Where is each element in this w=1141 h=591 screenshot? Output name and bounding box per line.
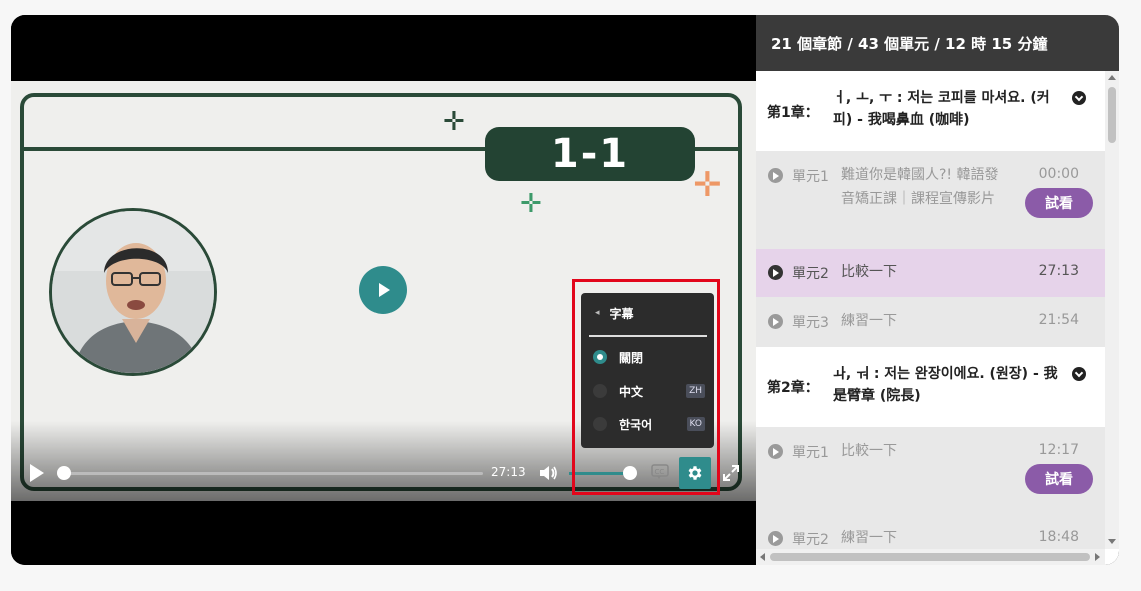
vertical-scrollbar[interactable] (1105, 71, 1119, 549)
unit-duration: 27:13 (1038, 263, 1079, 279)
fullscreen-button[interactable] (722, 464, 740, 486)
horizontal-scrollbar[interactable] (756, 549, 1105, 565)
unit-title: 難道你是韓國人?! 韓語發音矯正課｜課程宣傳影片 (841, 167, 999, 207)
chevron-down-icon[interactable] (1072, 367, 1086, 381)
play-circle-icon (768, 314, 783, 329)
play-overlay-button[interactable] (359, 266, 407, 314)
play-circle-icon (768, 531, 783, 546)
play-icon (30, 464, 44, 482)
play-button[interactable] (29, 463, 45, 487)
sparkle-icon: ✛ (693, 165, 722, 205)
unit-duration: 18:48 (1038, 529, 1079, 545)
chapter-title: ㅘ, ㅝ : 저는 완장이에요. (원장) - 我是臂章 (院長) (833, 366, 1058, 404)
sparkle-icon: ✛ (520, 189, 542, 219)
video-player[interactable]: 1-1 ✛ ✛ ✛ 27:13 CC ◂ 字幕 關閉 中文 ZH 한국어 KO (11, 15, 756, 565)
chapter-title: ㅓ, ㅗ, ㅜ : 저는 코피를 마셔요. (커피) - 我喝鼻血 (咖啡) (833, 90, 1050, 128)
scrollbar-thumb[interactable] (1108, 87, 1116, 143)
list-item[interactable]: 單元1 比較一下 12:17 試看 (756, 427, 1105, 513)
list-item[interactable]: 單元2 練習一下 18:48 (756, 513, 1105, 549)
presenter-avatar (49, 208, 217, 376)
chapter-header[interactable]: 第1章： ㅓ, ㅗ, ㅜ : 저는 코피를 마셔요. (커피) - 我喝鼻血 (… (756, 71, 1105, 151)
course-player-card: 1-1 ✛ ✛ ✛ 27:13 CC ◂ 字幕 關閉 中文 ZH 한국어 KO … (11, 15, 1119, 565)
preview-button[interactable]: 試看 (1025, 188, 1093, 218)
scroll-up-icon[interactable] (1108, 75, 1116, 80)
list-item[interactable]: 單元3 練習一下 21:54 (756, 297, 1105, 347)
play-circle-icon (768, 168, 783, 183)
chapter-header[interactable]: 第2章： ㅘ, ㅝ : 저는 완장이에요. (원장) - 我是臂章 (院長) (756, 347, 1105, 427)
course-summary: 21 個章節 / 43 個單元 / 12 時 15 分鐘 (756, 15, 1119, 71)
scroll-right-icon[interactable] (1095, 553, 1100, 561)
unit-title: 練習一下 (841, 313, 897, 329)
scroll-down-icon[interactable] (1108, 539, 1116, 544)
unit-number: 單元3 (792, 315, 829, 331)
seek-bar[interactable] (63, 472, 483, 475)
play-circle-icon (768, 265, 783, 280)
unit-title: 練習一下 (841, 530, 897, 546)
unit-title: 比較一下 (841, 264, 897, 280)
current-time: 27:13 (491, 465, 526, 479)
seek-handle[interactable] (57, 466, 71, 480)
preview-button[interactable]: 試看 (1025, 464, 1093, 494)
volume-icon (540, 466, 557, 480)
volume-button[interactable] (539, 464, 559, 486)
course-outline: 21 個章節 / 43 個單元 / 12 時 15 分鐘 第1章： ㅓ, ㅗ, … (756, 15, 1119, 565)
unit-duration: 00:00 (1038, 166, 1079, 182)
unit-duration: 12:17 (1038, 442, 1079, 458)
scrollbar-thumb[interactable] (770, 553, 1090, 561)
sparkle-icon: ✛ (443, 107, 465, 137)
play-icon (379, 283, 390, 297)
list-item[interactable]: 單元1 難道你是韓國人?! 韓語發音矯正課｜課程宣傳影片 00:00 試看 (756, 151, 1105, 249)
chevron-down-icon[interactable] (1072, 91, 1086, 105)
unit-number: 單元2 (792, 266, 829, 282)
chapter-number: 第2章： (767, 380, 819, 396)
unit-number: 單元1 (792, 169, 829, 185)
unit-number: 單元2 (792, 532, 829, 548)
chapter-list: 第1章： ㅓ, ㅗ, ㅜ : 저는 코피를 마셔요. (커피) - 我喝鼻血 (… (756, 71, 1105, 549)
unit-number: 單元1 (792, 445, 829, 461)
lesson-tag: 1-1 (485, 127, 695, 181)
list-item[interactable]: 單元2 比較一下 27:13 (756, 249, 1105, 297)
unit-title: 比較一下 (841, 443, 897, 459)
scroll-left-icon[interactable] (760, 553, 765, 561)
highlight-annotation (572, 279, 720, 495)
unit-duration: 21:54 (1038, 312, 1079, 328)
chapter-number: 第1章： (767, 105, 819, 121)
fullscreen-icon (723, 465, 739, 481)
play-circle-icon (768, 444, 783, 459)
